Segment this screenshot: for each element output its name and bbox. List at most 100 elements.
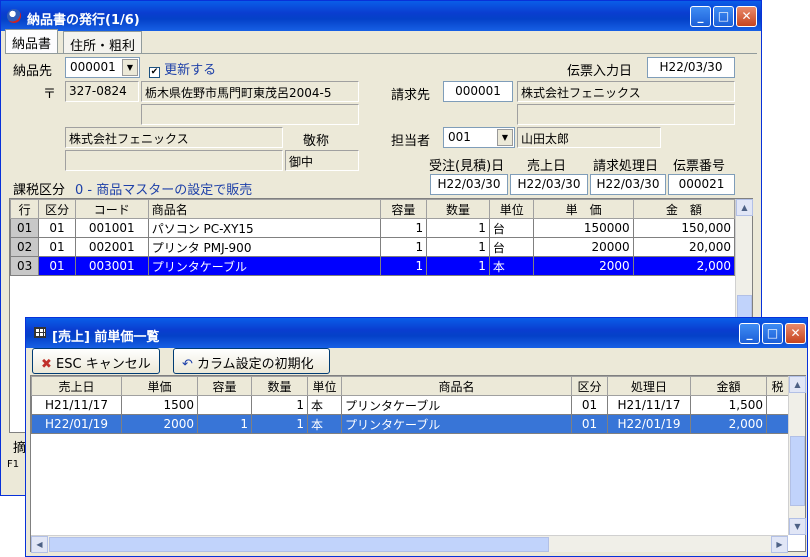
cell-processed-date[interactable]: H21/11/17 (607, 395, 691, 415)
table-row[interactable]: 01 01 001001 パソコン PC-XY15 1 1 台 150000 1… (9, 218, 736, 238)
minimize-icon[interactable]: _ (739, 323, 760, 344)
billing-extra-field[interactable] (517, 104, 735, 125)
cell-amount[interactable]: 20,000 (632, 237, 736, 257)
table-row-selected[interactable]: H22/01/19 2000 1 1 本 プリンタケーブル 01 H22/01/… (31, 414, 789, 434)
scroll-right-icon[interactable]: ▶ (771, 536, 788, 553)
cell-amount[interactable]: 2,000 (690, 414, 767, 434)
cell-price[interactable]: 20000 (533, 237, 634, 257)
cell-amount[interactable]: 1,500 (690, 395, 767, 415)
cell-kubun[interactable]: 01 (38, 237, 76, 257)
cell-quantity[interactable]: 1 (426, 218, 490, 238)
scroll-up-icon[interactable]: ▲ (789, 376, 806, 393)
col-header-kubun[interactable]: 区分 (571, 376, 608, 396)
cell-price[interactable]: 2000 (533, 256, 634, 276)
honorific-field[interactable]: 御中 (285, 150, 359, 171)
cell-price[interactable]: 150000 (533, 218, 634, 238)
cell-capacity[interactable]: 1 (197, 414, 252, 434)
rep-name-field[interactable]: 山田太郎 (517, 127, 661, 148)
cell-capacity[interactable] (197, 395, 252, 415)
table-row[interactable]: H21/11/17 1500 1 本 プリンタケーブル 01 H21/11/17… (31, 395, 789, 415)
close-icon[interactable]: ✕ (785, 323, 806, 344)
col-header-price[interactable]: 単価 (121, 376, 198, 396)
col-header-name[interactable]: 商品名 (147, 199, 381, 219)
cell-quantity[interactable]: 1 (426, 256, 490, 276)
cell-tax[interactable] (766, 414, 789, 434)
postal-code-field[interactable]: 327-0824 (65, 81, 139, 102)
tab-delivery[interactable]: 納品書 (5, 29, 59, 53)
col-header-unit[interactable]: 単位 (488, 199, 535, 219)
popup-title-bar[interactable]: [売上] 前単価一覧 _ □ ✕ (26, 318, 807, 348)
table-row-selected[interactable]: 03 01 003001 プリンタケーブル 1 1 本 2000 2,000 (9, 256, 736, 276)
cell-kubun[interactable]: 01 (38, 256, 76, 276)
col-header-capacity[interactable]: 容量 (379, 199, 428, 219)
cell-sales-date[interactable]: H22/01/19 (31, 414, 122, 434)
table-row[interactable]: 02 01 002001 プリンタ PMJ-900 1 1 台 20000 20… (9, 237, 736, 257)
cell-quantity[interactable]: 1 (426, 237, 490, 257)
cell-kubun[interactable]: 01 (571, 395, 608, 415)
scroll-up-icon[interactable]: ▲ (736, 199, 753, 216)
cell-amount[interactable]: 2,000 (632, 256, 736, 276)
company-name2-field[interactable] (65, 150, 283, 171)
col-header-unit[interactable]: 単位 (307, 376, 342, 396)
esc-cancel-button[interactable]: ✖ ESC キャンセル (32, 348, 160, 374)
slip-entry-date-field[interactable]: H22/03/30 (647, 57, 735, 78)
order-date-field[interactable]: H22/03/30 (430, 174, 508, 195)
price-list-hscrollbar[interactable]: ◀ ▶ (31, 535, 788, 553)
rep-code-select[interactable]: 001 ▼ (443, 127, 515, 148)
tab-address[interactable]: 住所・粗利 (63, 31, 143, 54)
maximize-icon[interactable]: □ (762, 323, 783, 344)
scroll-thumb[interactable] (737, 295, 752, 319)
scroll-down-icon[interactable]: ▼ (789, 518, 806, 535)
col-header-processed-date[interactable]: 処理日 (607, 376, 691, 396)
cell-sales-date[interactable]: H21/11/17 (31, 395, 122, 415)
cell-name[interactable]: プリンタ PMJ-900 (147, 237, 381, 257)
col-header-amount[interactable]: 金額 (690, 376, 767, 396)
address2-field[interactable] (141, 104, 359, 125)
cell-unit[interactable]: 本 (307, 395, 342, 415)
address1-field[interactable]: 栃木県佐野市馬門町東茂呂2004-5 (141, 81, 359, 102)
billing-name-field[interactable]: 株式会社フェニックス (517, 81, 735, 102)
delivery-to-code-select[interactable]: 000001 ▼ (65, 57, 140, 78)
scroll-left-icon[interactable]: ◀ (31, 536, 48, 553)
cell-name[interactable]: プリンタケーブル (147, 256, 381, 276)
cell-code[interactable]: 003001 (74, 256, 149, 276)
cell-amount[interactable]: 150,000 (632, 218, 736, 238)
cell-kubun[interactable]: 01 (38, 218, 76, 238)
cell-capacity[interactable]: 1 (379, 256, 428, 276)
col-header-quantity[interactable]: 数量 (426, 199, 490, 219)
slip-no-field[interactable]: 000021 (668, 174, 735, 195)
col-header-row[interactable]: 行 (9, 199, 40, 219)
col-header-code[interactable]: コード (74, 199, 149, 219)
col-header-capacity[interactable]: 容量 (197, 376, 252, 396)
cell-unit[interactable]: 本 (307, 414, 342, 434)
col-header-tax[interactable]: 税 (766, 376, 789, 396)
cell-name[interactable]: プリンタケーブル (341, 395, 572, 415)
minimize-icon[interactable]: _ (690, 6, 711, 27)
col-header-kubun[interactable]: 区分 (38, 199, 76, 219)
cell-quantity[interactable]: 1 (251, 414, 308, 434)
close-icon[interactable]: ✕ (736, 6, 757, 27)
cell-code[interactable]: 002001 (74, 237, 149, 257)
cell-kubun[interactable]: 01 (571, 414, 608, 434)
main-title-bar[interactable]: 納品書の発行(1/6) _ □ ✕ (1, 1, 761, 31)
reset-columns-button[interactable]: ↶ カラム設定の初期化 (173, 348, 330, 374)
cell-tax[interactable] (766, 395, 789, 415)
col-header-price[interactable]: 単 価 (533, 199, 634, 219)
chevron-down-icon[interactable]: ▼ (497, 129, 513, 146)
col-header-amount[interactable]: 金 額 (632, 199, 736, 219)
scroll-thumb[interactable] (790, 436, 805, 506)
maximize-icon[interactable]: □ (713, 6, 734, 27)
function-key-f1[interactable]: F1 (7, 459, 19, 470)
company-name-field[interactable]: 株式会社フェニックス (65, 127, 283, 148)
billing-code-field[interactable]: 000001 (443, 81, 513, 102)
price-list-vscrollbar[interactable]: ▲ ▼ (788, 376, 806, 535)
cell-price[interactable]: 2000 (121, 414, 198, 434)
col-header-quantity[interactable]: 数量 (251, 376, 308, 396)
cell-unit[interactable]: 本 (488, 256, 535, 276)
cell-name[interactable]: プリンタケーブル (341, 414, 572, 434)
cell-name[interactable]: パソコン PC-XY15 (147, 218, 381, 238)
cell-unit[interactable]: 台 (488, 237, 535, 257)
cell-unit[interactable]: 台 (488, 218, 535, 238)
cell-quantity[interactable]: 1 (251, 395, 308, 415)
sales-date-field[interactable]: H22/03/30 (510, 174, 588, 195)
